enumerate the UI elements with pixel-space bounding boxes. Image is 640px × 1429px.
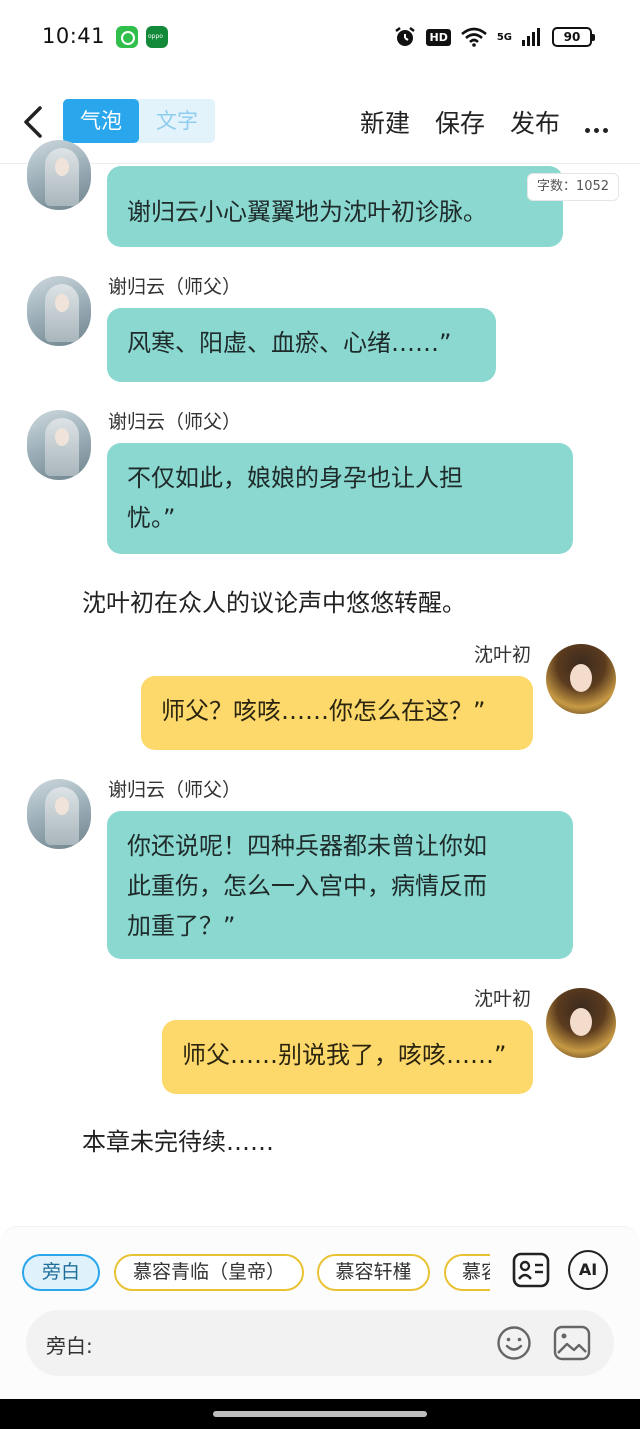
message-text: 师父……别说我了，咳咳……” (182, 1041, 507, 1069)
upload-app-icon (116, 26, 138, 48)
role-chip-murong-xuanjin[interactable]: 慕容轩槿 (317, 1254, 430, 1291)
message-text-line: 加重了？” (127, 912, 236, 940)
message-bubble[interactable]: 谢归云小心翼翼地为沈叶初诊脉。 (107, 166, 563, 247)
alarm-icon (395, 27, 416, 46)
new-button[interactable]: 新建 (360, 104, 410, 140)
signal-icon (522, 28, 540, 46)
narration-text[interactable]: 本章未完待续…… (82, 1122, 274, 1157)
mode-switch: 气泡 文字 (63, 99, 215, 143)
smiley-icon[interactable] (496, 1325, 532, 1361)
narration-text[interactable]: 沈叶初在众人的议论声中悠悠转醒。 (82, 583, 466, 618)
wifi-icon (460, 27, 487, 47)
message-bubble[interactable]: 你还说呢！四种兵器都未曾让你如 此重伤，怎么一入宫中，病情反而 加重了？” (107, 811, 573, 959)
status-time: 10:41 (42, 24, 106, 48)
hd-badge: HD (426, 28, 451, 46)
more-dots-icon[interactable] (585, 118, 613, 133)
battery-indicator: 90 (552, 27, 595, 47)
message-bubble[interactable]: 师父？咳咳……你怎么在这？” (141, 676, 533, 750)
message-bubble[interactable]: 师父……别说我了，咳咳……” (162, 1020, 533, 1094)
speaker-name: 谢归云（师父） (108, 276, 242, 298)
network-type: 5G (496, 31, 512, 43)
oppo-app-icon: oppo (146, 26, 168, 48)
avatar-xie-guiyun[interactable] (27, 140, 91, 210)
status-indicators: HD 5G 90 (394, 24, 595, 50)
tab-text[interactable]: 文字 (139, 99, 215, 143)
speaker-name: 谢归云（师父） (108, 411, 242, 433)
speaker-name: 谢归云（师父） (108, 779, 242, 801)
avatar-xie-guiyun[interactable] (27, 410, 91, 480)
message-text-line: 忧。” (127, 504, 176, 532)
message-bubble[interactable]: 不仅如此，娘娘的身孕也让人担 忧。” (107, 443, 573, 554)
role-chip-narrator[interactable]: 旁白 (22, 1254, 100, 1291)
role-chip-murong-qinglin[interactable]: 慕容青临（皇帝） (114, 1254, 304, 1291)
ai-assist-button[interactable]: AI (568, 1250, 608, 1290)
status-bar: 10:41 oppo HD 5G 90 (0, 0, 640, 75)
save-button[interactable]: 保存 (435, 104, 485, 140)
image-icon[interactable] (553, 1325, 591, 1361)
message-input[interactable]: 旁白: (26, 1310, 614, 1376)
message-text: 风寒、阳虚、血瘀、心绪……” (127, 329, 452, 357)
tab-bubble[interactable]: 气泡 (63, 99, 139, 143)
message-text: 谢归云小心翼翼地为沈叶初诊脉。 (127, 198, 487, 226)
message-text: 师父？咳咳……你怎么在这？” (161, 697, 486, 725)
publish-button[interactable]: 发布 (510, 104, 560, 140)
message-text-line: 此重伤，怎么一入宫中，病情反而 (127, 872, 487, 900)
speaker-name: 沈叶初 (473, 988, 531, 1010)
avatar-xie-guiyun[interactable] (27, 779, 91, 849)
role-chip-overflow: 慕容 (440, 1250, 490, 1295)
avatar-xie-guiyun[interactable] (27, 276, 91, 346)
message-bubble[interactable]: 风寒、阳虚、血瘀、心绪……” (107, 308, 496, 382)
word-count: 字数：1052 (527, 173, 619, 201)
avatar-shen-yechu[interactable] (546, 988, 616, 1058)
home-indicator[interactable] (213, 1411, 427, 1417)
input-speaker-label: 旁白: (46, 1334, 93, 1358)
ai-label: AI (578, 1260, 598, 1279)
editor-header: 气泡 文字 新建 保存 发布 (0, 80, 640, 164)
system-nav-bar (0, 1399, 640, 1429)
chevron-left-icon[interactable] (18, 102, 50, 142)
speaker-name: 沈叶初 (473, 644, 531, 666)
role-chip-murong[interactable]: 慕容 (444, 1254, 490, 1291)
avatar-shen-yechu[interactable] (546, 644, 616, 714)
contact-card-icon[interactable] (511, 1250, 551, 1290)
message-text-line: 你还说呢！四种兵器都未曾让你如 (127, 832, 487, 860)
message-text-line: 不仅如此，娘娘的身孕也让人担 (127, 464, 463, 492)
